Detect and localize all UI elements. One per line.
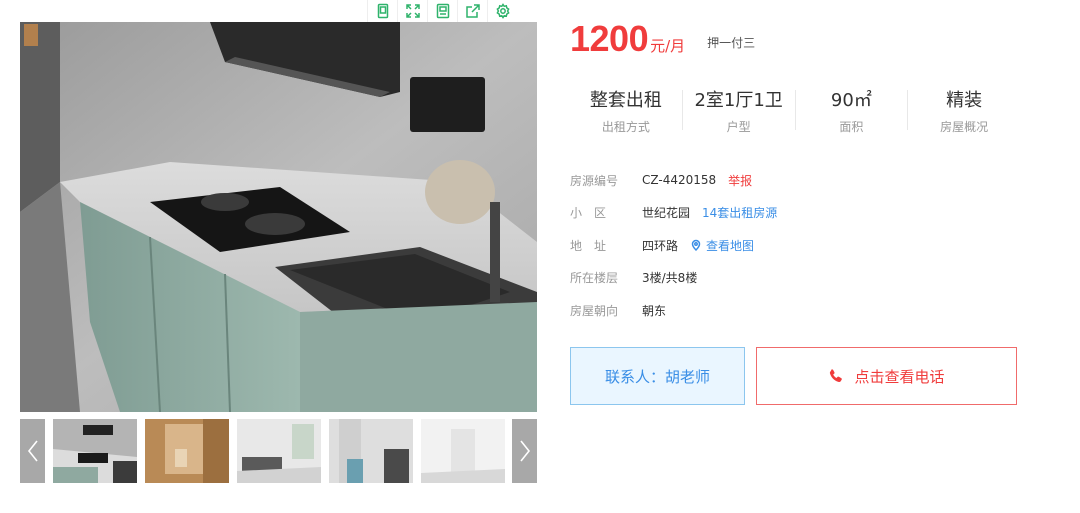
detail-value: 朝东 — [642, 303, 667, 318]
attr-decoration: 精装 房屋概况 — [908, 90, 1020, 134]
detail-community: 小 区 世纪花园 14套出租房源 — [570, 197, 1030, 230]
location-pin-icon — [691, 240, 701, 252]
thumbnail-hallway[interactable] — [421, 419, 505, 483]
detail-value: 世纪花园 — [642, 206, 691, 221]
thumbnail-strip — [20, 419, 537, 483]
attr-value: 精装 — [946, 90, 983, 111]
fullscreen-button[interactable] — [397, 0, 427, 22]
detail-label: 房源编号 — [570, 173, 619, 188]
gallery-toolbar — [367, 0, 517, 22]
detail-floor: 所在楼层 3楼/共8楼 — [570, 262, 1030, 295]
attr-value: 90㎡ — [830, 90, 872, 111]
next-thumbnail-button[interactable] — [512, 419, 537, 483]
thumbnail-image — [53, 419, 137, 483]
contact-label: 联系人：胡老师 — [604, 367, 710, 386]
phone-icon — [830, 369, 843, 383]
tablet-view-button[interactable] — [367, 0, 397, 22]
thumbnail-kitchen[interactable] — [53, 419, 137, 483]
price-row: 1200 元/月 押一付三 — [570, 18, 755, 60]
detail-label: 房屋朝向 — [570, 303, 619, 318]
prev-thumbnail-button[interactable] — [20, 419, 45, 483]
tablet-icon — [377, 3, 388, 19]
settings-icon — [495, 3, 510, 19]
attr-area: 90㎡ 面积 — [796, 90, 909, 134]
attr-rental-type: 整套出租 出租方式 — [570, 90, 683, 134]
detail-value: 四环路 — [642, 238, 679, 253]
contact-person-box: 联系人：胡老师 — [570, 347, 745, 405]
attr-value: 整套出租 — [589, 90, 662, 111]
detail-listing-id: 房源编号 CZ-4420158 举报 — [570, 164, 1030, 197]
thumbnail-image — [421, 419, 505, 483]
community-listings-link[interactable]: 14套出租房源 — [702, 204, 777, 221]
view-phone-label: 点击查看电话 — [854, 367, 945, 386]
price-unit: 元/月 — [650, 37, 686, 55]
thumbnail-bathroom[interactable] — [145, 419, 229, 483]
main-photo[interactable] — [20, 22, 537, 412]
fullscreen-icon — [405, 4, 420, 18]
view-map-link[interactable]: 查看地图 — [690, 237, 754, 254]
attr-label: 户型 — [726, 120, 751, 134]
settings-button[interactable] — [487, 0, 517, 22]
attr-label: 面积 — [839, 120, 864, 134]
detail-value: CZ-4420158 — [642, 173, 717, 188]
detail-value: 3楼/共8楼 — [642, 271, 698, 286]
thumbnail-image — [237, 419, 321, 483]
share-icon — [465, 4, 480, 18]
thumbnail-bedroom[interactable] — [329, 419, 413, 483]
thumbnail-image — [145, 419, 229, 483]
payment-terms: 押一付三 — [707, 36, 756, 50]
report-link[interactable]: 举报 — [728, 172, 752, 189]
chevron-left-icon — [27, 440, 38, 462]
detail-label: 地 址 — [570, 238, 607, 253]
thumbnail-living-room[interactable] — [237, 419, 321, 483]
property-attributes: 整套出租 出租方式 2室1厅1卫 户型 90㎡ 面积 精装 房屋概况 — [570, 90, 1020, 138]
detail-label: 所在楼层 — [570, 271, 619, 286]
detail-label: 小 区 — [570, 206, 607, 221]
save-icon — [436, 3, 449, 19]
view-phone-button[interactable]: 点击查看电话 — [756, 347, 1017, 405]
attr-layout: 2室1厅1卫 户型 — [683, 90, 796, 134]
thumbnail-image — [329, 419, 413, 483]
price-amount: 1200 — [570, 18, 649, 59]
view-map-label: 查看地图 — [706, 238, 755, 253]
detail-orientation: 房屋朝向 朝东 — [570, 294, 1030, 327]
chevron-right-icon — [519, 440, 530, 462]
attr-label: 出租方式 — [601, 120, 650, 134]
save-button[interactable] — [427, 0, 457, 22]
property-details: 房源编号 CZ-4420158 举报 小 区 世纪花园 14套出租房源 地 址 … — [570, 164, 1030, 327]
attr-label: 房屋概况 — [940, 120, 989, 134]
detail-address: 地 址 四环路 查看地图 — [570, 229, 1030, 262]
kitchen-photo — [20, 22, 537, 412]
attr-value: 2室1厅1卫 — [694, 90, 783, 111]
share-button[interactable] — [457, 0, 487, 22]
